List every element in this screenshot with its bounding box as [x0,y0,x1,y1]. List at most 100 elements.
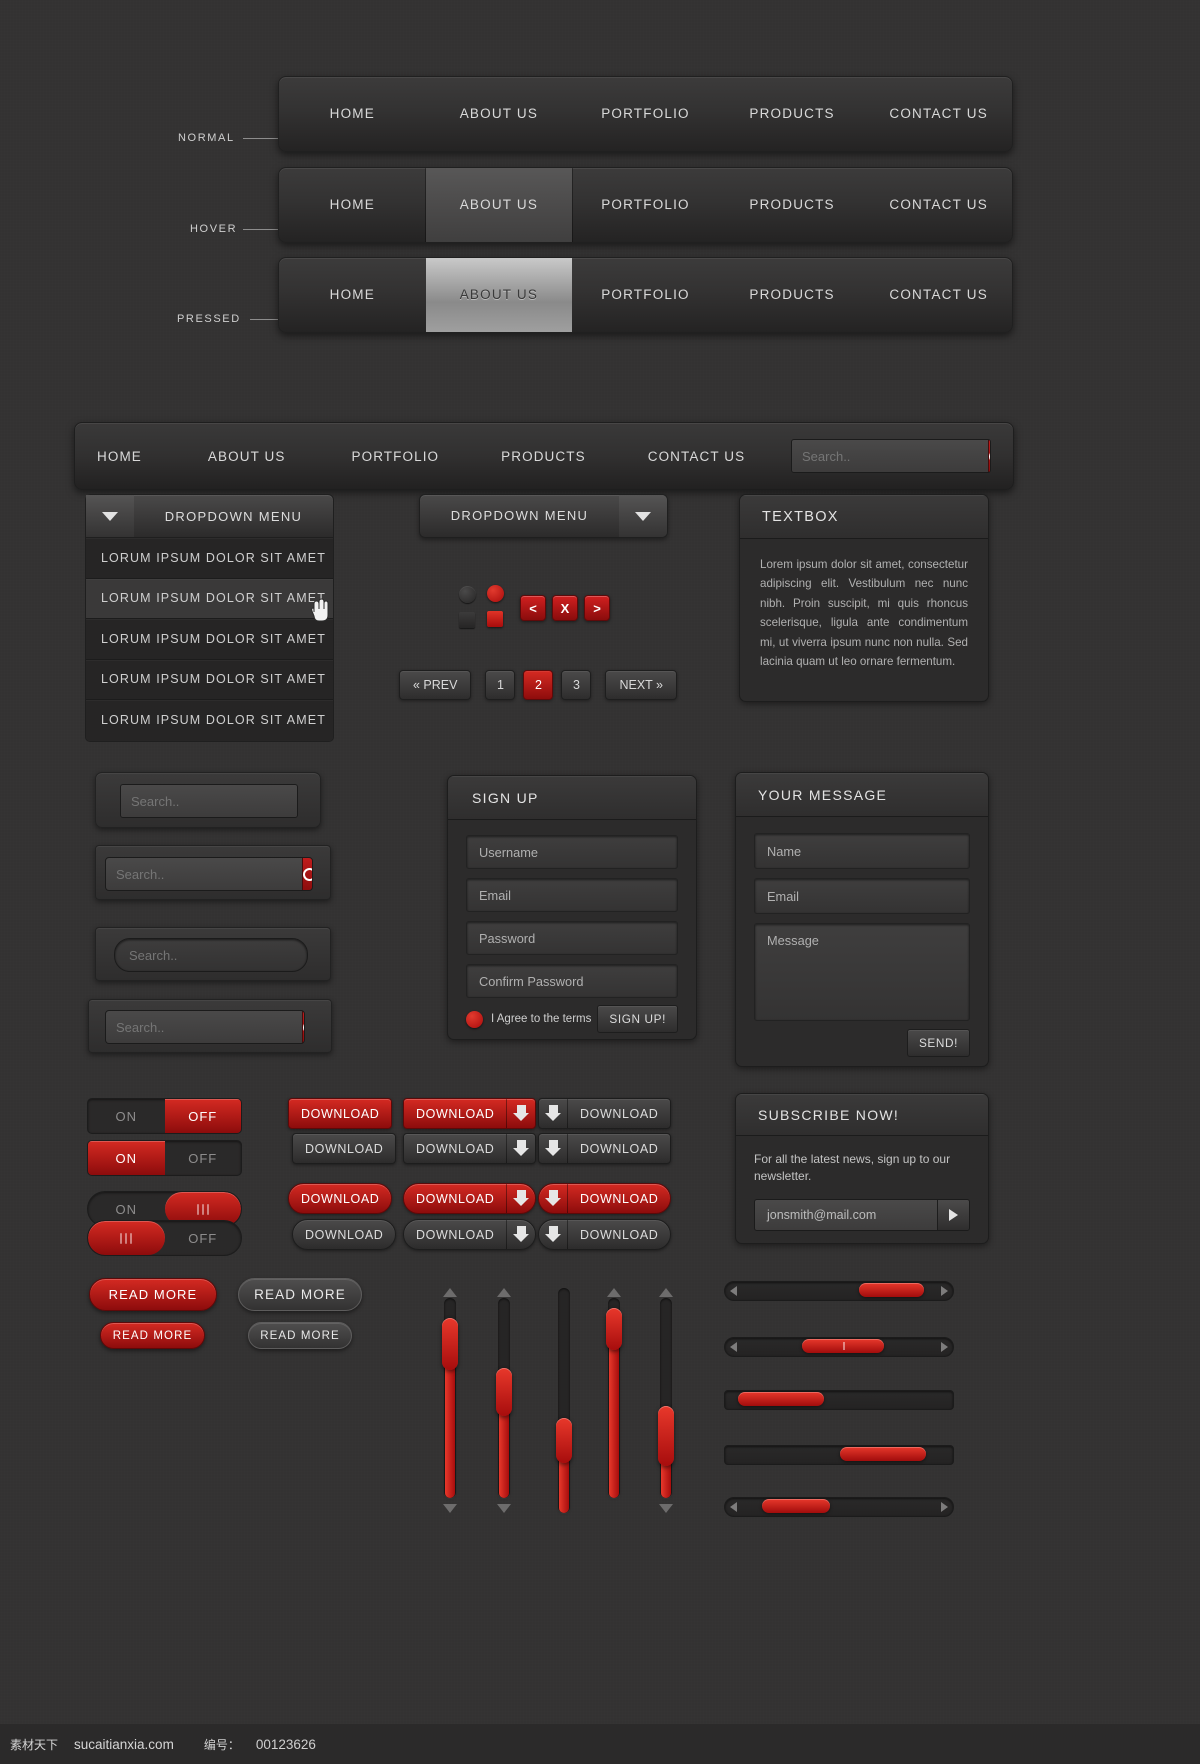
download-button-red-pill-icon-right[interactable]: DOWNLOAD [403,1183,537,1214]
download-button-dark-icon-left-2[interactable]: DOWNLOAD [538,1133,672,1164]
vertical-slider-2[interactable] [495,1288,513,1513]
dropdown-item[interactable]: LORUM IPSUM DOLOR SIT AMET [86,619,333,660]
pagination-prev-button[interactable]: « PREV [399,670,472,700]
nav-cell-about-normal[interactable]: ABOUT US [426,77,573,151]
search-input[interactable] [792,440,988,472]
next-arrow-button[interactable]: > [584,595,610,621]
nav-link-products[interactable]: PRODUCTS [501,449,586,464]
email-field[interactable]: Email [754,878,970,914]
slider-up-arrow-icon[interactable] [659,1288,673,1297]
dropdown-header[interactable]: DROPDOWN MENU [85,494,334,538]
navbar-with-search[interactable]: HOME ABOUT US PORTFOLIO PRODUCTS CONTACT… [74,422,1014,490]
name-field[interactable]: Name [754,833,970,869]
nav-cell-home-pressed[interactable]: HOME [279,258,426,332]
radio-unselected[interactable] [459,586,476,603]
nav-cell-portfolio-pressed[interactable]: PORTFOLIO [572,258,719,332]
subscribe-email-value[interactable]: jonsmith@mail.com [755,1199,937,1230]
nav-cell-portfolio-hover[interactable]: PORTFOLIO [572,168,719,242]
nav-cell-products-hover[interactable]: PRODUCTS [719,168,866,242]
navbar-normal[interactable]: HOME ABOUT US PORTFOLIO PRODUCTS CONTACT… [278,76,1013,152]
download-button-red-icon-right[interactable]: DOWNLOAD [403,1098,537,1129]
dropdown-item[interactable]: LORUM IPSUM DOLOR SIT AMET [86,700,333,741]
dropdown-item[interactable]: LORUM IPSUM DOLOR SIT AMET [86,659,333,700]
nav-cell-about-pressed[interactable]: ABOUT US [425,258,573,332]
pagination[interactable]: « PREV 1 2 3 NEXT » [399,670,678,700]
search-input[interactable] [106,858,302,890]
search-field-3[interactable] [114,938,308,972]
vertical-slider-1[interactable] [441,1288,459,1513]
download-button-dark-plain[interactable]: DOWNLOAD [292,1133,397,1164]
vertical-slider-3[interactable] [555,1288,573,1513]
read-more-button-light-large[interactable]: READ MORE [238,1278,362,1311]
toggle-on-label[interactable]: ON [88,1141,165,1175]
nav-cell-contact-hover[interactable]: CONTACT US [865,168,1012,242]
download-button-dark-icon-right[interactable]: DOWNLOAD [403,1133,537,1164]
nav-cell-products-pressed[interactable]: PRODUCTS [719,258,866,332]
search-submit-button[interactable] [302,858,312,890]
horizontal-slider-1[interactable] [724,1280,954,1302]
slider-down-arrow-icon[interactable] [443,1504,457,1513]
dropdown-item[interactable]: LORUM IPSUM DOLOR SIT AMET [86,578,333,619]
slider-up-arrow-icon[interactable] [443,1288,457,1297]
slider-left-arrow-icon[interactable] [730,1342,737,1352]
download-button-red-pill-icon-left[interactable]: DOWNLOAD [538,1183,672,1214]
read-more-button-red-small[interactable]: READ MORE [100,1322,205,1349]
search-input[interactable] [121,785,297,817]
search-submit-button[interactable] [302,1011,304,1043]
prev-arrow-button[interactable]: < [520,595,546,621]
download-button-dark-pill-icon-right[interactable]: DOWNLOAD [403,1219,537,1250]
nav-cell-contact-pressed[interactable]: CONTACT US [865,258,1012,332]
pagination-page-3[interactable]: 3 [561,670,592,700]
nav-cell-home-normal[interactable]: HOME [279,77,426,151]
toggle-off-label[interactable]: OFF [164,1099,241,1133]
nav-cell-about-hover[interactable]: ABOUT US [425,168,573,242]
download-button-dark-icon-left[interactable]: DOWNLOAD [538,1098,672,1129]
dropdown-toggle-button[interactable] [619,495,667,537]
subscribe-submit-button[interactable] [937,1199,969,1230]
read-more-button-light-small[interactable]: READ MORE [248,1322,352,1349]
horizontal-slider-2[interactable] [724,1336,954,1358]
horizontal-slider-3[interactable] [724,1389,954,1411]
slider-thumb[interactable] [658,1406,674,1466]
slider-right-arrow-icon[interactable] [941,1286,948,1296]
slider-fill[interactable] [762,1499,830,1513]
read-more-button-red-large[interactable]: READ MORE [89,1278,217,1311]
slider-down-arrow-icon[interactable] [497,1504,511,1513]
confirm-password-field[interactable]: Confirm Password [466,964,678,998]
slider-up-arrow-icon[interactable] [607,1288,621,1297]
toggle-pill-on[interactable]: OFF [87,1220,242,1256]
toggle-handle-grip[interactable] [88,1221,165,1255]
send-button[interactable]: SEND! [906,1029,970,1057]
email-field[interactable]: Email [466,878,678,912]
nav-link-contact[interactable]: CONTACT US [648,449,746,464]
nav-cell-portfolio-normal[interactable]: PORTFOLIO [572,77,719,151]
slider-thumb[interactable] [556,1418,572,1463]
nav-link-about[interactable]: ABOUT US [208,449,286,464]
slider-fill[interactable] [859,1283,924,1297]
download-button-red-plain[interactable]: DOWNLOAD [288,1098,393,1129]
dropdown-item[interactable]: LORUM IPSUM DOLOR SIT AMET [86,538,333,579]
search-field-4[interactable] [105,1010,305,1044]
slider-right-arrow-icon[interactable] [941,1342,948,1352]
navbar-pressed[interactable]: HOME ABOUT US PORTFOLIO PRODUCTS CONTACT… [278,257,1013,333]
slider-fill[interactable] [802,1339,884,1353]
dropdown-menu-open[interactable]: DROPDOWN MENU LORUM IPSUM DOLOR SIT AMET… [85,494,334,742]
dropdown-toggle-button[interactable] [86,495,134,537]
horizontal-slider-4[interactable] [724,1444,954,1466]
horizontal-slider-5[interactable] [724,1496,954,1518]
slider-up-arrow-icon[interactable] [497,1288,511,1297]
slider-down-arrow-icon[interactable] [659,1504,673,1513]
vertical-slider-5[interactable] [657,1288,675,1513]
nav-link-home[interactable]: HOME [97,449,142,464]
message-textarea[interactable]: Message [754,923,970,1021]
toggle-on-label[interactable]: ON [88,1099,165,1133]
toggle-off-label[interactable]: OFF [165,1141,242,1175]
pagination-page-2[interactable]: 2 [523,670,554,700]
navbar-hover[interactable]: HOME ABOUT US PORTFOLIO PRODUCTS CONTACT… [278,167,1013,243]
search-submit-button[interactable] [988,440,990,472]
radio-selected[interactable] [487,585,504,602]
toggle-on[interactable]: ON OFF [87,1140,242,1176]
slider-fill[interactable] [840,1447,926,1461]
search-input[interactable] [115,939,307,971]
search-field-1[interactable] [120,784,298,818]
